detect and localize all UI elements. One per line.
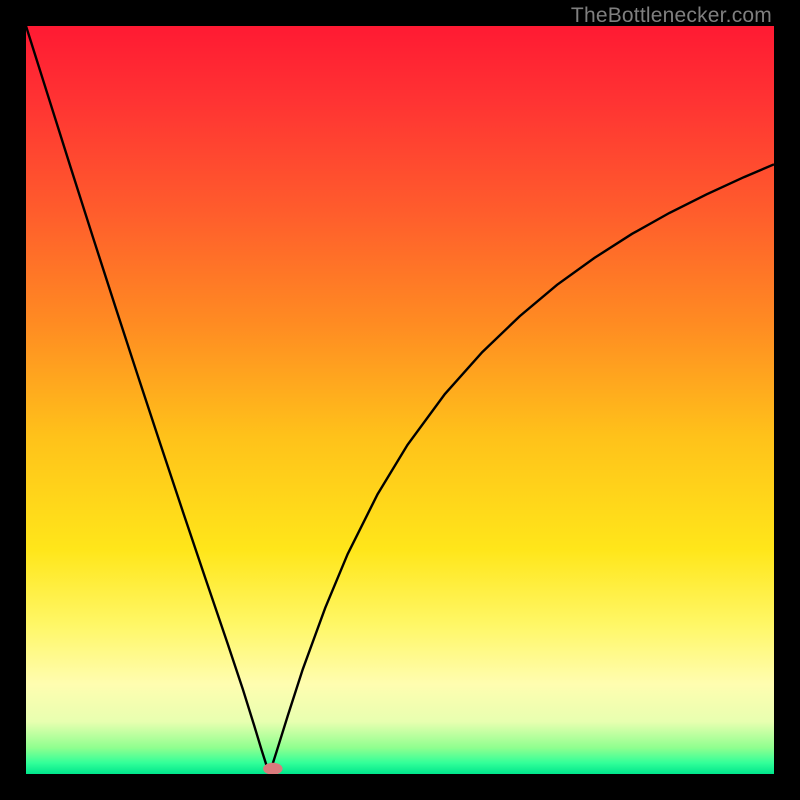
gradient-background bbox=[26, 26, 774, 774]
bottleneck-chart bbox=[26, 26, 774, 774]
chart-frame bbox=[26, 26, 774, 774]
watermark-text: TheBottlenecker.com bbox=[571, 4, 772, 28]
